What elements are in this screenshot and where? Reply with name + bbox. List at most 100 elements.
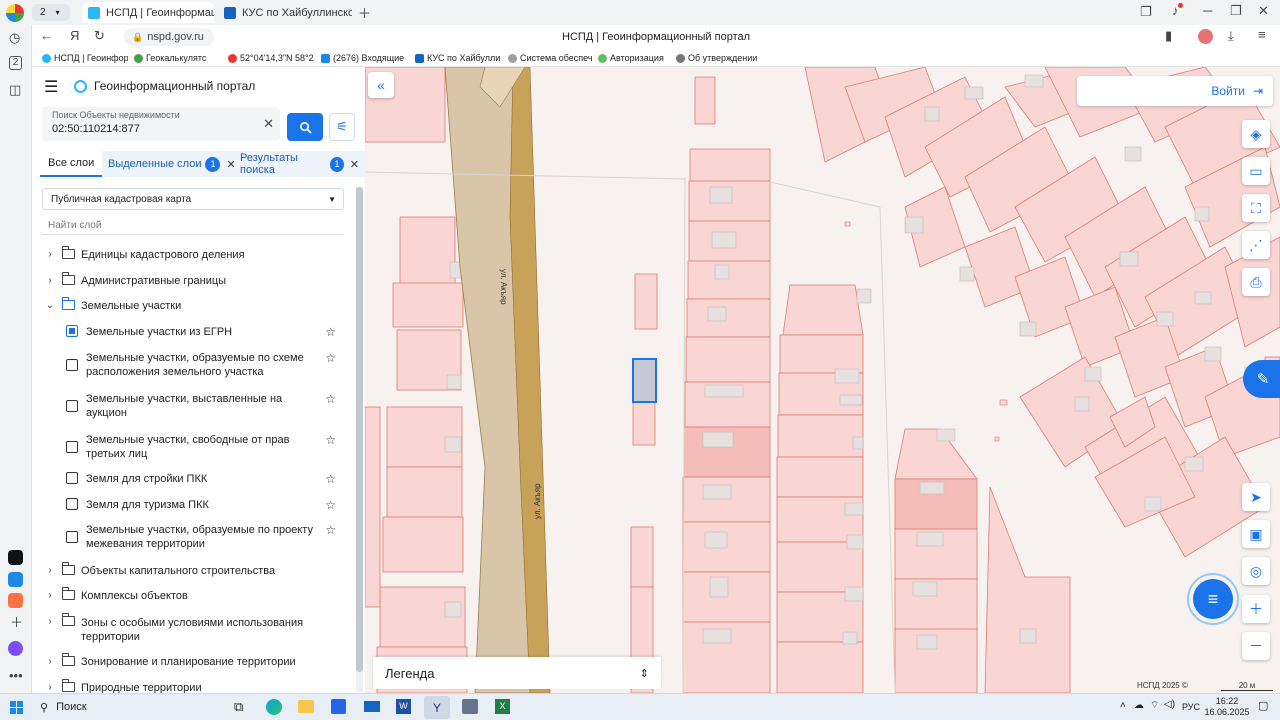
tab-counter[interactable]: 2 ▾	[32, 4, 70, 21]
bookmark-item[interactable]: КУС по Хайбулли	[415, 51, 501, 65]
app-icon-3[interactable]	[8, 593, 23, 608]
bookmark-item[interactable]: 52°04'14,3"N 58°2	[228, 51, 316, 65]
new-tab-button[interactable]: ＋	[358, 3, 371, 22]
checkbox[interactable]	[66, 498, 78, 510]
app-icon-1[interactable]	[8, 550, 23, 565]
tab-nspd[interactable]: НСПД | Геоинформацио ✕	[82, 2, 214, 23]
app-icon-2[interactable]	[8, 572, 23, 587]
edge-icon[interactable]	[266, 699, 282, 715]
tree-group-open[interactable]: ⌄ Земельные участки	[42, 297, 352, 312]
bookmark-item[interactable]: Система обеспеч	[508, 51, 592, 65]
history-icon[interactable]: ◷	[9, 30, 20, 46]
menu-icon[interactable]: ≡	[1258, 27, 1266, 42]
excel-icon[interactable]: X	[495, 699, 510, 714]
layer-item[interactable]: Земельные участки, выставленные на аукцио…	[66, 392, 336, 420]
tree-group[interactable]: › Природные территории	[42, 679, 352, 693]
layer-item[interactable]: Земля для стройки ПКК ☆	[66, 472, 336, 486]
tab-selected-layers[interactable]: Выделенные слои 1 ✕	[102, 151, 242, 177]
bookmark-item[interactable]: Авторизация	[598, 51, 670, 65]
app-icon[interactable]	[462, 699, 478, 714]
clear-icon[interactable]: ✕	[263, 116, 274, 132]
feedback-tab-button[interactable]: ✎	[1243, 360, 1280, 398]
legend-panel[interactable]: Легенда ⇕	[373, 657, 661, 689]
zoom-out-button[interactable]: －	[1242, 632, 1270, 660]
add-icon[interactable]: ＋	[10, 612, 23, 631]
yandex-browser-icon[interactable]: Y	[424, 696, 450, 719]
speaker-icon[interactable]: ◁)	[1164, 699, 1175, 710]
checkbox[interactable]	[66, 531, 78, 543]
collapse-panel-button[interactable]: «	[368, 72, 394, 98]
panel-scrollbar[interactable]	[356, 187, 363, 692]
search-box[interactable]: Поиск Объекты недвижимости 02:50:110214:…	[42, 107, 280, 141]
profile-icon[interactable]	[1198, 29, 1213, 44]
minimap-button[interactable]: ▣	[1242, 520, 1270, 548]
layer-item[interactable]: Земельные участки, свободные от прав трет…	[66, 433, 336, 461]
bookmark-item[interactable]: НСПД | Геоинфор	[42, 51, 128, 65]
bookmark-item[interactable]: Геокалькулятс	[134, 51, 220, 65]
checkbox[interactable]	[66, 400, 78, 412]
layers-button[interactable]: ◈	[1242, 120, 1270, 148]
network-icon[interactable]: ☁	[1134, 700, 1144, 711]
mail-icon[interactable]	[364, 701, 380, 712]
tab-all-layers[interactable]: Все слои	[40, 151, 103, 177]
taskbar-search[interactable]: ⚲ Поиск	[34, 696, 224, 718]
tree-group[interactable]: › Объекты капитального строительства	[42, 562, 352, 577]
tree-group[interactable]: › Зонирование и планирование территории	[42, 653, 352, 668]
more-icon[interactable]: •••	[9, 668, 23, 683]
wifi-icon[interactable]: ⌔	[1150, 699, 1159, 712]
star-icon[interactable]: ☆	[325, 392, 336, 406]
filter-button[interactable]: ⚟	[329, 113, 355, 141]
share-button[interactable]: ⋰	[1242, 231, 1270, 259]
bookmark-item[interactable]: Об утверждении	[676, 51, 760, 65]
search-input[interactable]: 02:50:110214:877	[52, 123, 140, 135]
hamburger-menu-icon[interactable]: ☰	[44, 77, 58, 97]
layer-item[interactable]: Земля для туризма ПКК ☆	[66, 498, 336, 512]
screenshot-icon[interactable]: ◫	[9, 82, 21, 98]
language-indicator[interactable]: РУС	[1182, 702, 1200, 712]
bookmark-item[interactable]: (2676) Входящие	[321, 51, 409, 65]
layer-item[interactable]: Земельные участки из ЕГРН ☆	[66, 325, 336, 339]
notification-icon[interactable]: ▢	[1258, 699, 1268, 712]
word-icon[interactable]: W	[396, 699, 411, 714]
tree-group[interactable]: › Единицы кадастрового деления	[42, 246, 352, 261]
clock[interactable]: 16:22 16.06.2025	[1204, 696, 1250, 718]
area-select-button[interactable]: ⛶	[1242, 194, 1270, 222]
browser-logo-icon[interactable]	[6, 4, 24, 22]
tabs-icon[interactable]: 2	[9, 56, 22, 70]
find-layer-input[interactable]: Найти слой	[48, 220, 101, 231]
tab-kus[interactable]: КУС по Хайбуллинскому р ✕	[218, 2, 352, 23]
collections-icon[interactable]: ❐	[1140, 4, 1152, 20]
tree-group[interactable]: › Зоны с особыми условиями использования т…	[42, 613, 352, 644]
print-button[interactable]: ⎙	[1242, 268, 1270, 296]
assistant-chat-button[interactable]: ≡	[1187, 573, 1239, 625]
download-icon[interactable]: ⤓	[1228, 28, 1234, 44]
tab-search-results[interactable]: Результаты поиска 1 ✕	[234, 151, 365, 177]
star-icon[interactable]: ☆	[325, 472, 336, 486]
tree-group[interactable]: › Административные границы	[42, 272, 352, 287]
store-icon[interactable]	[331, 699, 346, 714]
layer-item[interactable]: Земельные участки, образуемые по схеме ра…	[66, 351, 336, 379]
star-icon[interactable]: ☆	[325, 433, 336, 447]
explorer-icon[interactable]	[298, 700, 314, 713]
map-canvas[interactable]: ул. Акъяр ул. Акъяр « Войти ⇥ ◈ ▭ ⛶ ⋰ ⎙ …	[365, 67, 1280, 693]
minimize-button[interactable]: ─	[1203, 3, 1212, 18]
checkbox[interactable]	[66, 359, 78, 371]
layer-item[interactable]: Земельные участки, образуемые по проекту…	[66, 523, 336, 551]
cadastral-map[interactable]	[365, 67, 1280, 693]
star-icon[interactable]: ☆	[325, 325, 336, 339]
star-icon[interactable]: ☆	[325, 498, 336, 512]
taskview-icon[interactable]: ⧉	[234, 699, 243, 715]
checkbox[interactable]	[66, 325, 78, 337]
zoom-in-button[interactable]: ＋	[1242, 595, 1270, 623]
checkbox[interactable]	[66, 472, 78, 484]
search-button[interactable]	[287, 113, 323, 141]
close-window-button[interactable]: ✕	[1258, 3, 1269, 19]
ruler-button[interactable]: ▭	[1242, 157, 1270, 185]
windows-start-icon[interactable]	[10, 701, 23, 714]
bookmark-icon[interactable]: ▮	[1165, 28, 1172, 44]
close-icon[interactable]: ✕	[350, 158, 359, 171]
maximize-button[interactable]: ❐	[1230, 3, 1242, 19]
alice-icon[interactable]	[8, 641, 23, 656]
tree-group[interactable]: › Комплексы объектов	[42, 587, 352, 602]
basemap-select[interactable]: Публичная кадастровая карта ▼	[42, 188, 344, 210]
